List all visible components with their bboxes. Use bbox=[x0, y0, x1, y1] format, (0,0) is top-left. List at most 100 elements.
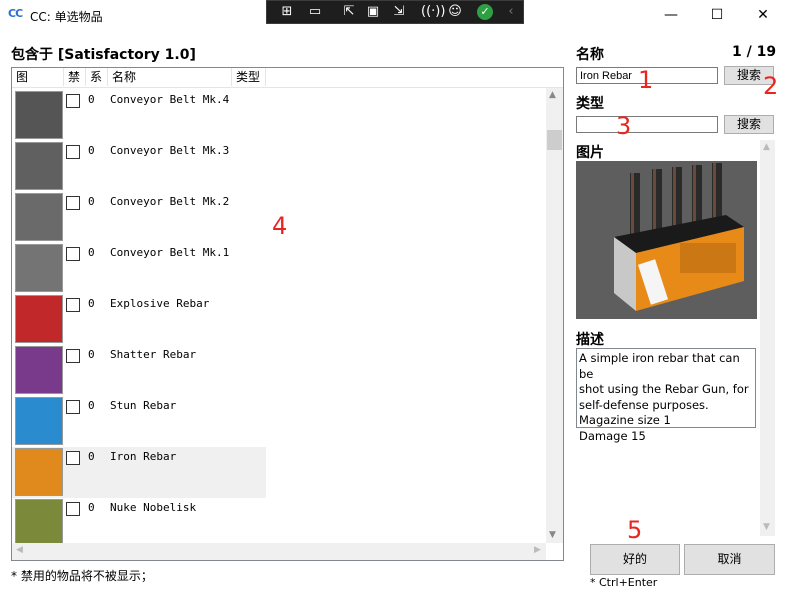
ban-checkbox[interactable] bbox=[66, 400, 80, 414]
description-line: Damage 15 bbox=[579, 428, 646, 443]
scroll-up-icon[interactable]: ▲ bbox=[763, 142, 770, 152]
ban-checkbox[interactable] bbox=[66, 94, 80, 108]
description-line: A simple iron rebar that can be bbox=[579, 351, 740, 381]
annotation-5: 5 bbox=[627, 516, 643, 544]
scroll-down-icon[interactable]: ▼ bbox=[763, 522, 770, 532]
list-item[interactable]: 0 Shatter Rebar bbox=[12, 345, 266, 396]
item-count: 0 bbox=[88, 501, 95, 514]
item-count: 0 bbox=[88, 399, 95, 412]
iron-rebar-image bbox=[576, 161, 757, 319]
select-element-icon[interactable]: ⇱ bbox=[341, 4, 357, 20]
list-header: 图 禁 系 名称 类型 bbox=[12, 68, 563, 88]
annotation-3: 3 bbox=[616, 112, 632, 140]
list-item[interactable]: 0 Conveyor Belt Mk.2 bbox=[12, 192, 266, 243]
picture-label: 图片 bbox=[576, 145, 604, 161]
item-count: 0 bbox=[88, 297, 95, 310]
column-header-series[interactable]: 系 bbox=[86, 68, 108, 86]
type-label: 类型 bbox=[576, 96, 604, 112]
title-bar: CC CC: 单选物品 ⊞ ▭ ⇱ ▣ ⇲ ((·)) ☺ ✓ ‹ — ☐ ✕ bbox=[0, 0, 786, 30]
item-thumbnail bbox=[15, 244, 63, 292]
hot-reload-icon[interactable]: ((·)) bbox=[421, 4, 445, 20]
column-header-name[interactable]: 名称 bbox=[108, 68, 232, 86]
ban-checkbox[interactable] bbox=[66, 451, 80, 465]
horizontal-scrollbar[interactable]: ◀ ▶ bbox=[12, 543, 546, 560]
item-thumbnail bbox=[15, 499, 63, 547]
item-thumbnail bbox=[15, 295, 63, 343]
list-item[interactable]: 0 Explosive Rebar bbox=[12, 294, 266, 345]
scroll-thumb[interactable] bbox=[547, 130, 562, 150]
list-item[interactable]: 0 Conveyor Belt Mk.3 bbox=[12, 141, 266, 192]
column-header-image[interactable]: 图 bbox=[12, 68, 64, 86]
type-search-input[interactable] bbox=[576, 116, 718, 133]
description-line: self-defense purposes. bbox=[579, 397, 709, 412]
list-item[interactable]: 0 Nuke Nobelisk bbox=[12, 498, 266, 549]
annotation-2: 2 bbox=[763, 72, 779, 100]
item-list[interactable]: 图 禁 系 名称 类型 0 Conveyor Belt Mk.4 0 Conveyor… bbox=[11, 67, 564, 561]
column-header-banned[interactable]: 禁 bbox=[64, 68, 86, 86]
description-line: shot using the Rebar Gun, for bbox=[579, 382, 749, 396]
maximize-button[interactable]: ☐ bbox=[694, 0, 740, 30]
ban-checkbox[interactable] bbox=[66, 145, 80, 159]
app-logo-icon: CC bbox=[8, 7, 23, 20]
shortcut-hint: * Ctrl+Enter bbox=[590, 576, 658, 589]
scroll-left-icon[interactable]: ◀ bbox=[16, 545, 23, 555]
item-name: Nuke Nobelisk bbox=[110, 501, 197, 514]
window-title: CC: 单选物品 bbox=[30, 10, 103, 24]
item-name: Stun Rebar bbox=[110, 399, 177, 412]
scroll-down-icon[interactable]: ▼ bbox=[549, 530, 556, 540]
contains-label: 包含于 [Satisfactory 1.0] bbox=[11, 47, 196, 63]
item-name: Conveyor Belt Mk.3 bbox=[110, 144, 230, 157]
item-count: 0 bbox=[88, 144, 95, 157]
ban-checkbox[interactable] bbox=[66, 349, 80, 363]
item-name: Conveyor Belt Mk.4 bbox=[110, 93, 230, 106]
item-thumbnail bbox=[15, 193, 63, 241]
right-panel-scrollbar[interactable]: ▲ ▼ bbox=[760, 140, 775, 536]
item-name: Conveyor Belt Mk.2 bbox=[110, 195, 230, 208]
close-button[interactable]: ✕ bbox=[740, 0, 786, 30]
item-picture bbox=[576, 161, 757, 319]
item-count: 0 bbox=[88, 450, 95, 463]
collapse-chevron-icon[interactable]: ‹ bbox=[503, 4, 519, 20]
ban-checkbox[interactable] bbox=[66, 196, 80, 210]
item-thumbnail bbox=[15, 91, 63, 139]
minimize-button[interactable]: — bbox=[648, 0, 694, 30]
item-name: Explosive Rebar bbox=[110, 297, 210, 310]
description-line: Magazine size 1 bbox=[579, 413, 671, 427]
description-label: 描述 bbox=[576, 332, 604, 348]
list-item[interactable]: 0 Conveyor Belt Mk.1 bbox=[12, 243, 266, 294]
scroll-up-icon[interactable]: ▲ bbox=[549, 90, 556, 100]
item-count: 0 bbox=[88, 195, 95, 208]
debug-toolbar: ⊞ ▭ ⇱ ▣ ⇲ ((·)) ☺ ✓ ‹ bbox=[266, 0, 524, 24]
item-count: 0 bbox=[88, 93, 95, 106]
scroll-right-icon[interactable]: ▶ bbox=[534, 545, 541, 555]
disabled-items-note: * 禁用的物品将不被显示； bbox=[11, 569, 153, 583]
display-layout-icon[interactable]: ▣ bbox=[365, 4, 381, 20]
track-focus-icon[interactable]: ⇲ bbox=[391, 4, 407, 20]
accessibility-icon[interactable]: ☺ bbox=[447, 4, 463, 20]
check-icon[interactable]: ✓ bbox=[477, 4, 493, 20]
live-tree-icon[interactable]: ⊞ bbox=[279, 4, 295, 20]
item-thumbnail bbox=[15, 397, 63, 445]
annotation-1: 1 bbox=[638, 66, 654, 94]
ban-checkbox[interactable] bbox=[66, 298, 80, 312]
vertical-scrollbar[interactable]: ▲ ▼ bbox=[546, 88, 563, 543]
item-count: 0 bbox=[88, 246, 95, 259]
item-name: Shatter Rebar bbox=[110, 348, 197, 361]
name-label: 名称 bbox=[576, 47, 604, 63]
item-thumbnail bbox=[15, 142, 63, 190]
column-header-type[interactable]: 类型 bbox=[232, 68, 266, 86]
type-search-button[interactable]: 搜索 bbox=[724, 115, 774, 134]
ban-checkbox[interactable] bbox=[66, 247, 80, 261]
cancel-button[interactable]: 取消 bbox=[684, 544, 775, 575]
item-count: 0 bbox=[88, 348, 95, 361]
list-item[interactable]: 0 Iron Rebar bbox=[12, 447, 266, 498]
item-name: Conveyor Belt Mk.1 bbox=[110, 246, 230, 259]
video-icon[interactable]: ▭ bbox=[307, 4, 323, 20]
item-name: Iron Rebar bbox=[110, 450, 177, 463]
list-item[interactable]: 0 Stun Rebar bbox=[12, 396, 266, 447]
page-indicator: 1 / 19 bbox=[732, 44, 777, 60]
item-thumbnail bbox=[15, 346, 63, 394]
list-item[interactable]: 0 Conveyor Belt Mk.4 bbox=[12, 90, 266, 141]
ban-checkbox[interactable] bbox=[66, 502, 80, 516]
ok-button[interactable]: 好的 bbox=[590, 544, 680, 575]
